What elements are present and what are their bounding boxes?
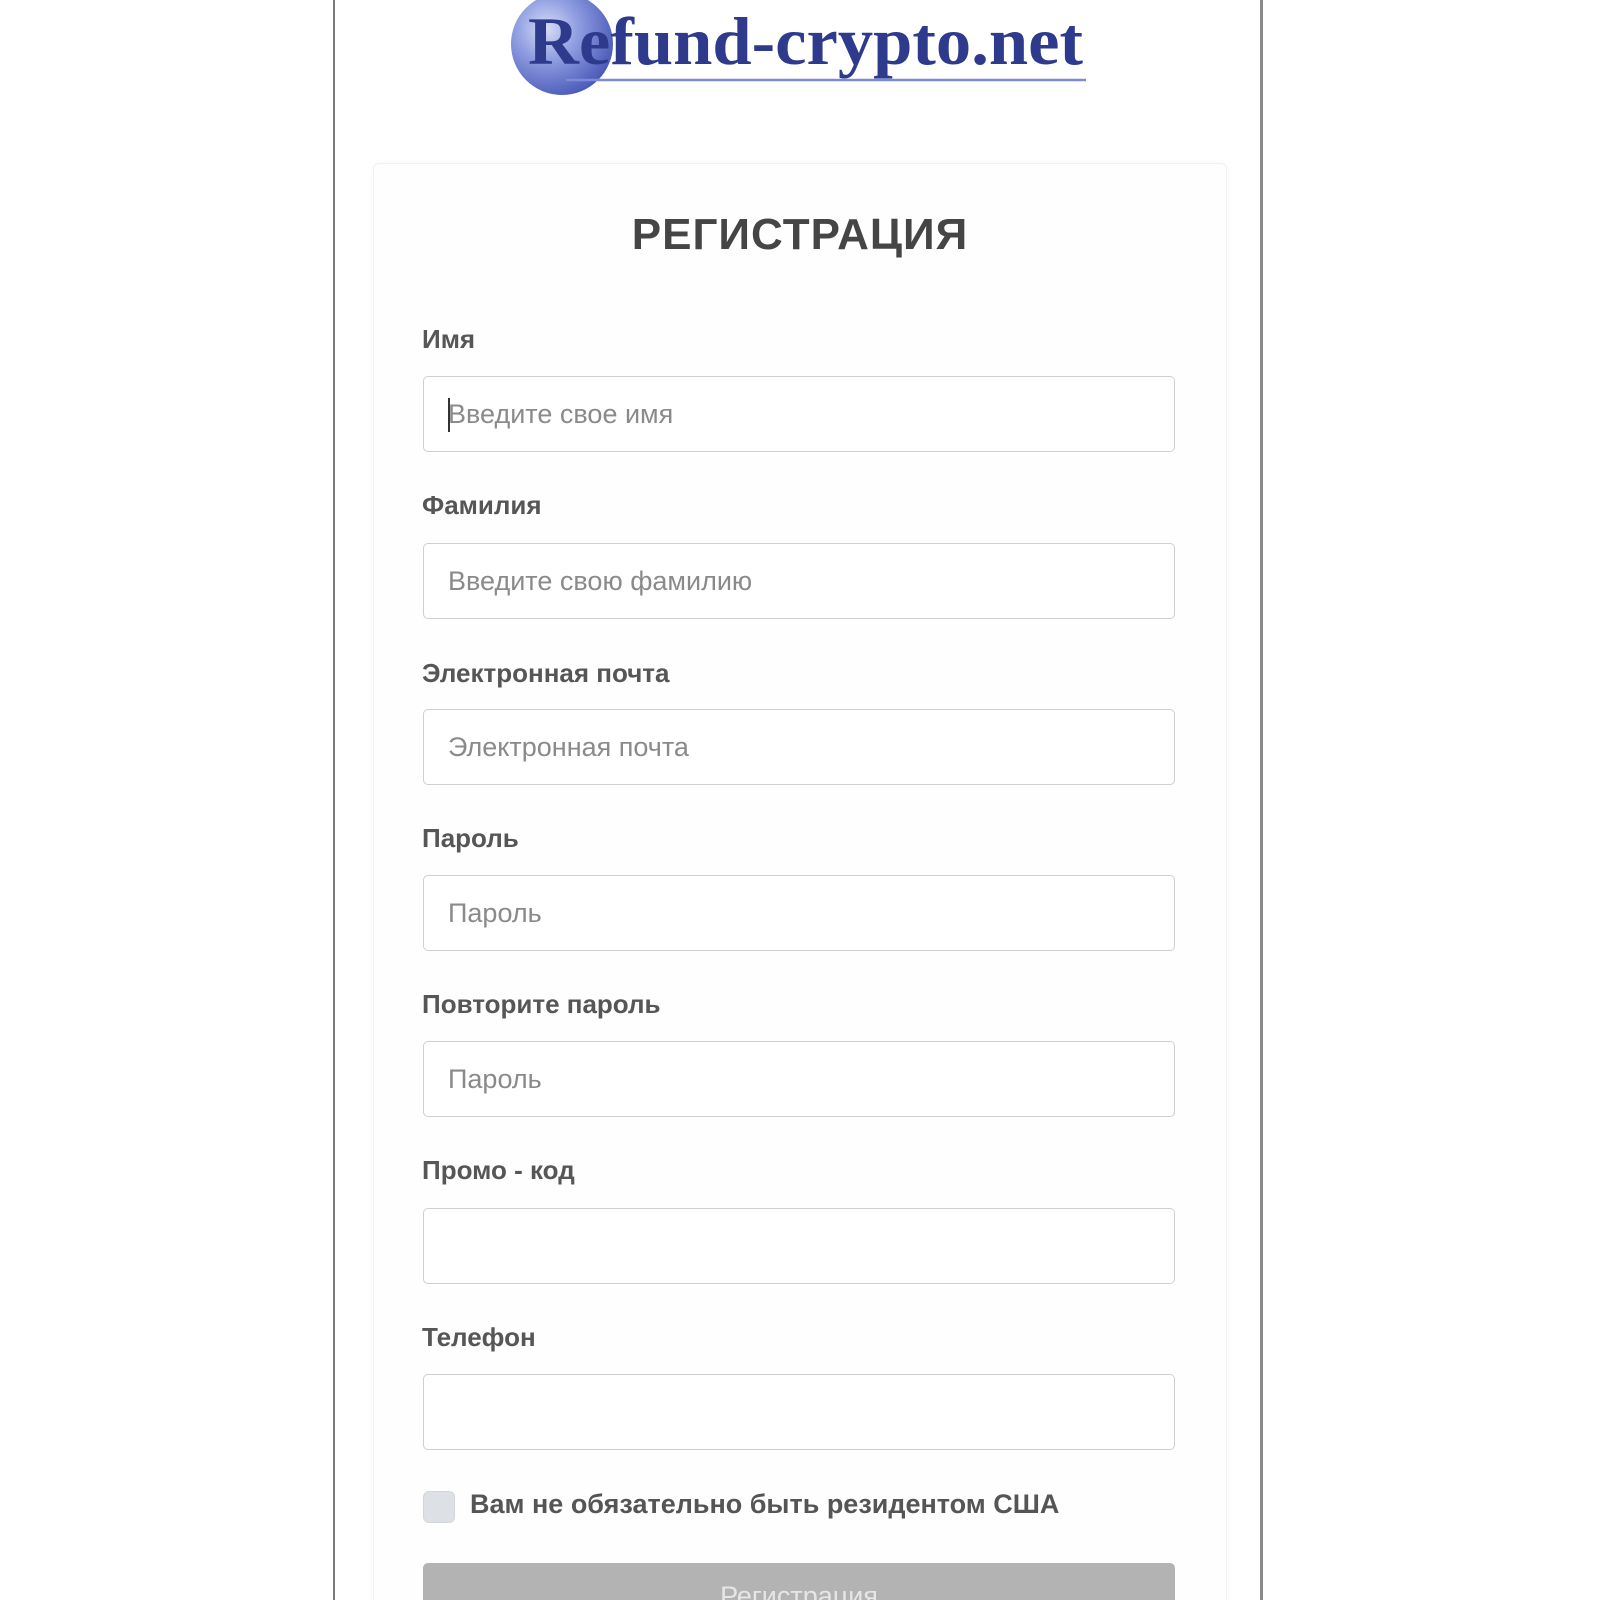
first-name-label: Имя [422, 324, 476, 354]
residency-checkbox-label[interactable]: Вам не обязательно быть резидентом США [470, 1489, 1059, 1520]
password-label: Пароль [422, 823, 519, 853]
residency-checkbox[interactable] [423, 1491, 455, 1523]
promo-code-input[interactable] [423, 1208, 1175, 1284]
phone-label: Телефон [422, 1322, 536, 1352]
email-label: Электронная почта [422, 658, 670, 688]
last-name-input[interactable] [423, 543, 1175, 619]
text-cursor [448, 398, 450, 432]
promo-code-label: Промо - код [422, 1155, 575, 1185]
repeat-password-input[interactable] [423, 1041, 1175, 1117]
phone-input[interactable] [423, 1374, 1175, 1450]
password-input[interactable] [423, 875, 1175, 951]
last-name-label: Фамилия [422, 490, 542, 520]
page-title: РЕГИСТРАЦИЯ [631, 210, 969, 259]
register-button[interactable]: Регистрация [423, 1563, 1175, 1600]
logo-text: Refund-crypto.net [528, 3, 1083, 79]
registration-page: Refund-crypto.net РЕГИСТРАЦИЯ Имя Фамили… [0, 0, 1600, 1600]
repeat-password-label: Повторите пароль [422, 989, 661, 1019]
logo-graphic: Refund-crypto.net [511, 0, 1086, 95]
first-name-input[interactable] [423, 376, 1175, 452]
email-input[interactable] [423, 709, 1175, 785]
site-logo[interactable]: Refund-crypto.net [506, 0, 1096, 100]
